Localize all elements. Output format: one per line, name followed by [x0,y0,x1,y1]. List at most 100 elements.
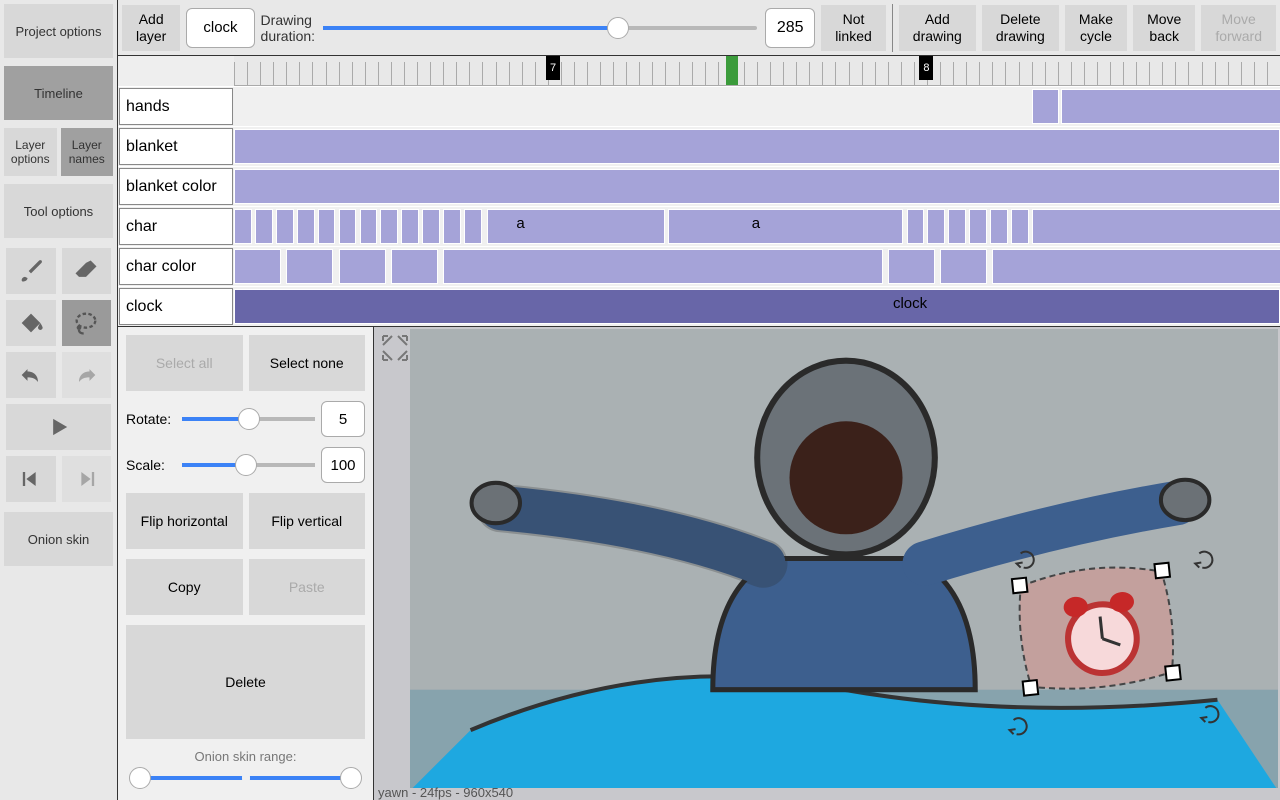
drawing-segment[interactable] [234,169,1280,204]
layer-track[interactable]: aa [234,207,1280,246]
layer-track[interactable] [234,247,1280,286]
layer-row: charaa [118,206,1280,246]
current-layer-name[interactable]: clock [186,8,254,48]
drawing-segment[interactable] [1032,209,1280,244]
select-all-button[interactable]: Select all [126,335,243,391]
drawing-segment[interactable] [255,209,273,244]
layer-track[interactable]: clock [234,287,1280,326]
drawing-segment[interactable] [992,249,1280,284]
frame-marker[interactable]: 7 [546,56,560,80]
add-drawing-button[interactable]: Add drawing [899,5,976,51]
left-sidebar: Project options Timeline Layer options L… [0,0,118,800]
flip-vertical-button[interactable]: Flip vertical [249,493,366,549]
drawing-segment[interactable] [443,249,882,284]
timeline-button[interactable]: Timeline [4,66,113,120]
fill-tool[interactable] [6,300,56,346]
drawing-segment[interactable] [990,209,1008,244]
duration-slider[interactable] [323,26,757,30]
layer-track[interactable] [234,127,1280,166]
layer-options-button[interactable]: Layer options [4,128,57,176]
status-text: yawn - 24fps - 960x540 [378,785,513,800]
undo-button[interactable] [6,352,56,398]
flip-horizontal-button[interactable]: Flip horizontal [126,493,243,549]
layer-label[interactable]: char [119,208,233,245]
move-forward-button[interactable]: Move forward [1201,5,1276,51]
tool-options-button[interactable]: Tool options [4,184,113,238]
drawing-segment[interactable] [422,209,440,244]
drawing-segment[interactable] [286,249,333,284]
drawing-segment[interactable] [948,209,966,244]
scale-slider[interactable] [182,463,315,467]
drawing-segment[interactable] [443,209,461,244]
onion-range-label: Onion skin range: [126,749,365,764]
drawing-segment[interactable] [401,209,419,244]
layer-label[interactable]: blanket [119,128,233,165]
drawing-segment[interactable] [234,209,252,244]
expand-icon[interactable] [380,333,410,363]
drawing-segment[interactable] [907,209,925,244]
rotate-label: Rotate: [126,411,176,427]
onion-skin-button[interactable]: Onion skin [4,512,113,566]
drawing-segment[interactable] [339,249,386,284]
topbar: Add layer clock Drawing duration: 285 No… [118,0,1280,56]
drawing-segment[interactable] [276,209,294,244]
drawing-segment[interactable] [391,249,438,284]
project-options-button[interactable]: Project options [4,4,113,58]
layer-track[interactable] [234,167,1280,206]
drawing-segment[interactable] [940,249,987,284]
select-none-button[interactable]: Select none [249,335,366,391]
move-back-button[interactable]: Move back [1133,5,1195,51]
play-button[interactable] [6,404,111,450]
fill-icon [17,309,45,337]
drawing-segment[interactable] [360,209,378,244]
drawing-segment[interactable] [1032,89,1059,124]
delete-drawing-button[interactable]: Delete drawing [982,5,1059,51]
drawing-segment[interactable] [487,209,665,244]
lasso-tool[interactable] [62,300,112,346]
drawing-segment[interactable] [969,209,987,244]
drawing-segment[interactable] [927,209,945,244]
timeline-ruler[interactable]: 789 [234,56,1280,86]
drawing-segment[interactable] [464,209,482,244]
drawing-segment[interactable] [1061,89,1280,124]
drawing-segment[interactable] [888,249,935,284]
next-icon [72,465,100,493]
drawing-segment[interactable] [1011,209,1029,244]
layer-row: char color [118,246,1280,286]
drawing-segment[interactable] [318,209,336,244]
drawing-segment[interactable] [339,209,357,244]
layer-label[interactable]: blanket color [119,168,233,205]
layer-label[interactable]: char color [119,248,233,285]
drawing-segment[interactable] [234,289,1280,324]
layer-label[interactable]: clock [119,288,233,325]
drawing-segment[interactable] [297,209,315,244]
rotate-slider[interactable] [182,417,315,421]
brush-tool[interactable] [6,248,56,294]
drawing-segment[interactable] [234,249,281,284]
layer-label[interactable]: hands [119,88,233,125]
layer-track[interactable] [234,87,1280,126]
delete-button[interactable]: Delete [126,625,365,739]
add-layer-button[interactable]: Add layer [122,5,180,51]
drawing-segment[interactable] [234,129,1280,164]
frame-marker[interactable]: 8 [919,56,933,80]
paste-button[interactable]: Paste [249,559,366,615]
rotate-value[interactable]: 5 [321,401,365,437]
brush-icon [17,257,45,285]
drawing-segment[interactable] [380,209,398,244]
next-frame-button[interactable] [62,456,112,502]
prev-frame-button[interactable] [6,456,56,502]
scale-value[interactable]: 100 [321,447,365,483]
play-icon [45,413,73,441]
drawing-canvas[interactable] [410,329,1278,788]
copy-button[interactable]: Copy [126,559,243,615]
redo-button[interactable] [62,352,112,398]
drawing-segment[interactable] [668,209,903,244]
playhead[interactable] [726,56,738,85]
eraser-tool[interactable] [62,248,112,294]
make-cycle-button[interactable]: Make cycle [1065,5,1127,51]
layer-names-button[interactable]: Layer names [61,128,114,176]
not-linked-button[interactable]: Not linked [821,5,886,51]
onion-range-slider[interactable] [136,776,355,780]
duration-value[interactable]: 285 [765,8,815,48]
